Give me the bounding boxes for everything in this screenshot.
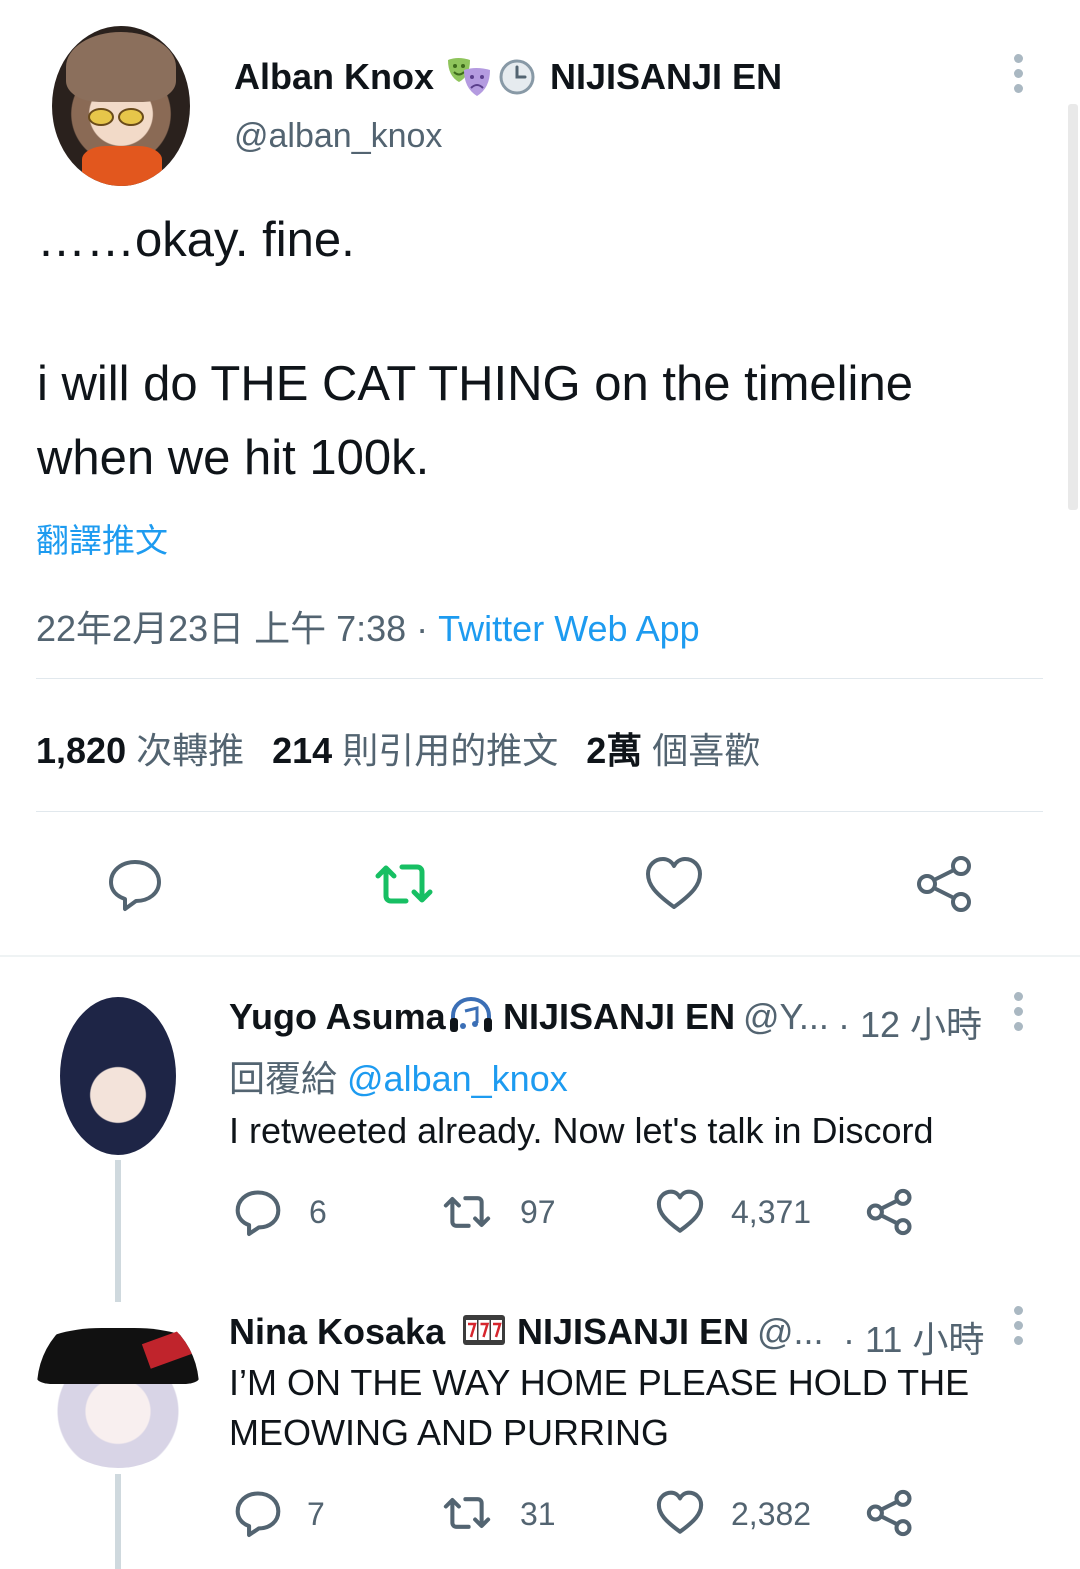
likes-label: 個喜歡 [652,730,761,771]
more-options-icon[interactable] [1008,992,1030,1032]
replying-to-mention[interactable]: @alban_knox [347,1058,568,1099]
replying-to: 回覆給 @alban_knox [229,1050,568,1102]
retweets-stat[interactable]: 1,820 次轉推 [36,730,244,771]
divider [36,811,1043,812]
more-options-icon[interactable] [1008,1306,1030,1346]
author-handle[interactable]: @alban_knox [234,117,442,156]
reply-author-affiliation: NIJISANJI EN [503,996,736,1037]
share-icon[interactable] [864,1487,916,1539]
reply-icon[interactable] [232,1487,284,1539]
like-icon[interactable] [654,1487,706,1539]
quotes-label: 則引用的推文 [342,730,559,771]
reply-text-line: I’M ON THE WAY HOME PLEASE HOLD THE [229,1362,970,1403]
reply-count: 7 [307,1496,325,1532]
slot-machine-777-icon [463,1315,505,1345]
likes-count: 2萬 [586,730,643,771]
thread-connector [115,1474,121,1569]
avatar-glasses [88,108,144,126]
replying-to-label: 回覆給 [229,1058,348,1099]
retweet-icon[interactable] [441,1487,493,1539]
tweet-timestamp: 22年2月23日 上午 7:38 · Twitter Web App [36,600,700,652]
translate-tweet-link[interactable]: 翻譯推文 [36,514,168,562]
divider [36,678,1043,679]
thread-connector [115,1160,121,1302]
clock-icon [499,59,535,95]
tweet-text-line: when we hit 100k. [37,431,430,485]
reply-count: 6 [309,1194,327,1230]
reply-text: I retweeted already. Now let's talk in D… [229,1110,934,1151]
likes-stat[interactable]: 2萬 個喜歡 [586,730,760,771]
reply-author-affiliation: NIJISANJI EN [517,1311,750,1352]
reply-time[interactable]: · 11 小時 [843,1311,984,1363]
like-count: 4,371 [731,1194,812,1230]
author-affiliation: NIJISANJI EN [550,56,783,97]
share-icon[interactable] [864,1186,916,1238]
theater-masks-icon [448,58,490,96]
tweet-text-line: i will do THE CAT THING on the timeline [37,357,913,411]
retweets-label: 次轉推 [136,730,245,771]
timestamp-text[interactable]: 22年2月23日 上午 7:38 · [36,608,438,649]
reply-time[interactable]: · 12 小時 [838,996,982,1048]
retweet-icon[interactable] [372,852,436,916]
like-icon[interactable] [642,852,706,916]
headphones-music-icon [450,996,492,1032]
reply-text-line: MEOWING AND PURRING [229,1412,670,1453]
avatar[interactable] [52,26,190,186]
scrollbar-thumb[interactable] [1068,104,1078,510]
like-count: 2,382 [731,1496,812,1532]
reply-icon[interactable] [103,852,167,916]
reply-author-name[interactable]: Yugo Asuma [229,996,446,1038]
like-icon[interactable] [654,1186,706,1238]
avatar[interactable] [60,997,176,1155]
reply-author-handle[interactable]: @... [757,1311,824,1353]
source-link[interactable]: Twitter Web App [438,608,699,649]
tweet-stats: 1,820 次轉推 214 則引用的推文 2萬 個喜歡 [36,722,760,774]
retweet-icon[interactable] [441,1186,493,1238]
retweet-count: 97 [520,1194,556,1230]
avatar[interactable] [37,1306,199,1468]
section-divider [0,955,1080,957]
retweet-count: 31 [520,1496,556,1532]
author-display-name[interactable]: Alban Knox [234,56,434,98]
quotes-stat[interactable]: 214 則引用的推文 [272,730,558,771]
reply-author-handle[interactable]: @Y... [743,996,829,1038]
retweets-count: 1,820 [36,730,127,771]
reply-author-name[interactable]: Nina Kosaka [229,1311,445,1353]
share-icon[interactable] [913,852,977,916]
more-options-icon[interactable] [1008,54,1030,94]
reply-icon[interactable] [232,1186,284,1238]
tweet-text-line: ……okay. fine. [37,213,355,267]
quotes-count: 214 [272,730,333,771]
